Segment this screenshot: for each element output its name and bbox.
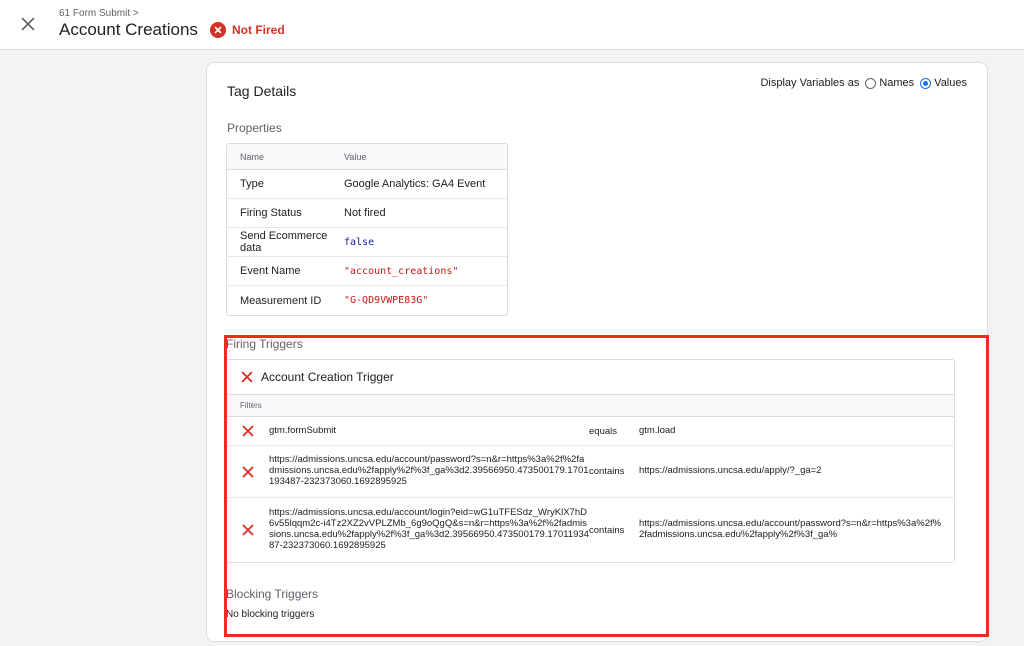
filter-operator: contains	[589, 466, 625, 477]
filter-variable: gtm.formSubmit	[269, 424, 337, 436]
properties-heading: Properties	[227, 121, 282, 135]
display-variables-toggle: Display Variables as Names Values	[760, 77, 967, 89]
table-row: Event Name "account_creations"	[227, 257, 507, 286]
values-radio[interactable]	[920, 77, 932, 89]
filter-variable: https://admissions.uncsa.edu/account/pas…	[269, 454, 589, 487]
filter-operator: equals	[589, 425, 617, 437]
filter-value: gtm.load	[639, 424, 676, 436]
property-value: Google Analytics: GA4 Event	[344, 178, 486, 190]
error-icon	[210, 22, 226, 38]
table-row: Send Ecommerce data false	[227, 228, 507, 257]
filter-row: https://admissions.uncsa.edu/account/pas…	[227, 446, 954, 498]
property-value: "account_creations"	[344, 265, 459, 277]
filter-row: https://admissions.uncsa.edu/account/log…	[227, 498, 954, 562]
table-row: Type Google Analytics: GA4 Event	[227, 170, 507, 199]
blocking-triggers-heading: Blocking Triggers	[226, 587, 319, 601]
property-name: Type	[240, 178, 264, 190]
table-row: Measurement ID "G-QD9VWPE83G"	[227, 286, 507, 315]
filter-operator: contains	[589, 524, 625, 536]
close-button[interactable]	[14, 10, 42, 38]
breadcrumb[interactable]: 61 Form Submit >	[59, 8, 139, 19]
value-column-header: Value	[344, 151, 367, 162]
trigger-name: Account Creation Trigger	[261, 370, 394, 384]
status-label: Not Fired	[232, 23, 285, 37]
no-blocking-triggers-text: No blocking triggers	[226, 609, 315, 620]
status-badge: Not Fired	[210, 22, 285, 38]
property-name: Event Name	[240, 265, 301, 277]
page-title: Account Creations	[59, 20, 198, 39]
property-name: Send Ecommerce data	[240, 230, 328, 254]
properties-table-header: Name Value	[227, 144, 507, 170]
names-radio-label[interactable]: Names	[879, 77, 914, 89]
property-name: Firing Status	[240, 207, 302, 219]
table-row: Firing Status Not fired	[227, 199, 507, 228]
not-fired-x-icon	[241, 371, 253, 383]
property-value: "G-QD9VWPE83G"	[344, 295, 429, 306]
values-radio-label[interactable]: Values	[934, 77, 967, 89]
property-name: Measurement ID	[240, 294, 322, 307]
filter-failed-icon	[242, 465, 254, 478]
property-value: Not fired	[344, 207, 386, 219]
close-icon	[21, 17, 35, 31]
name-column-header: Name	[240, 151, 265, 162]
filter-failed-icon	[242, 425, 254, 437]
property-value: false	[344, 236, 375, 248]
firing-triggers-panel: Account Creation Trigger Filters gtm.for…	[226, 359, 955, 563]
filter-value: https://admissions.uncsa.edu/account/pas…	[639, 518, 942, 540]
card-title: Tag Details	[227, 83, 297, 99]
filter-row: gtm.formSubmit equals gtm.load	[227, 417, 954, 446]
names-radio[interactable]	[865, 77, 877, 89]
filter-variable: https://admissions.uncsa.edu/account/log…	[269, 507, 589, 551]
filters-header: Filters	[227, 395, 954, 417]
firing-triggers-heading: Firing Triggers	[226, 337, 303, 351]
trigger-header: Account Creation Trigger	[227, 360, 954, 395]
properties-table: Name Value Type Google Analytics: GA4 Ev…	[226, 143, 508, 316]
tag-details-card: Tag Details Display Variables as Names V…	[206, 62, 988, 642]
top-bar: 61 Form Submit > Account Creations Not F…	[0, 0, 1024, 50]
display-vars-label: Display Variables as	[760, 77, 860, 89]
filter-value: https://admissions.uncsa.edu/apply/?_ga=…	[639, 465, 822, 477]
filter-failed-icon	[242, 524, 254, 536]
